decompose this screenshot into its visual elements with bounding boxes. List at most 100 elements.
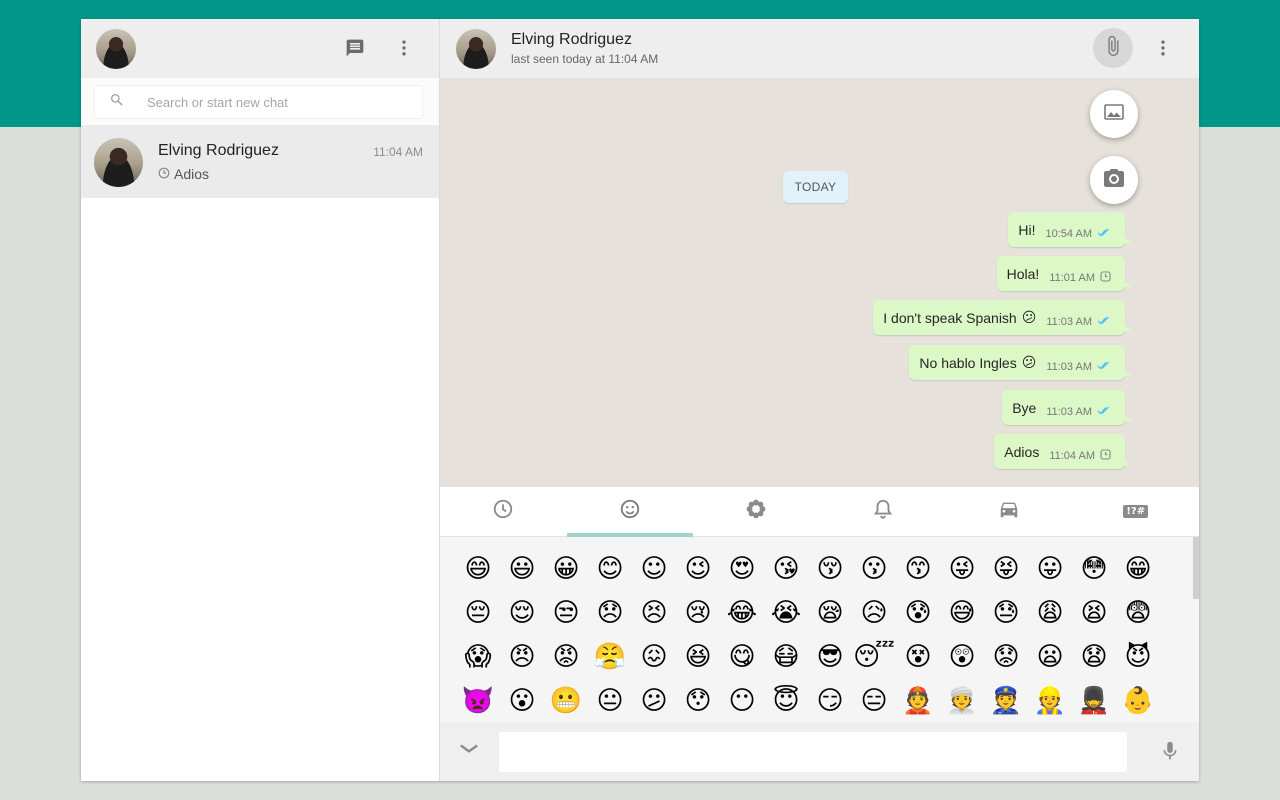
emoji-key[interactable]: 😂 xyxy=(720,591,764,635)
message-bubble[interactable]: Adios 11:04 AM xyxy=(994,434,1132,469)
emoji-key[interactable]: 😆 xyxy=(676,635,720,679)
emoji-key[interactable]: 😃 xyxy=(500,547,544,591)
emoji-key[interactable]: 😷 xyxy=(764,635,808,679)
emoji-key[interactable]: 😄 xyxy=(456,547,500,591)
emoji-key[interactable]: 😧 xyxy=(1072,635,1116,679)
emoji-key[interactable]: 😨 xyxy=(1116,591,1160,635)
tab-recent[interactable] xyxy=(440,487,567,536)
emoji-key[interactable]: 😒 xyxy=(544,591,588,635)
emoji-key[interactable]: 😍 xyxy=(720,547,764,591)
emoji-key[interactable]: 😦 xyxy=(1028,635,1072,679)
conversation-menu-icon[interactable] xyxy=(1151,36,1175,60)
emoji-scrollbar[interactable] xyxy=(1193,537,1199,599)
emoji-key[interactable]: 👿 xyxy=(456,679,500,722)
attach-button[interactable] xyxy=(1093,28,1133,68)
emoji-key[interactable]: 😴 xyxy=(852,635,896,679)
emoji-key[interactable]: 😚 xyxy=(808,547,852,591)
emoji-key[interactable]: 😘 xyxy=(764,547,808,591)
emoji-key[interactable]: 😔 xyxy=(456,591,500,635)
emoji-key[interactable]: 👳 xyxy=(940,679,984,722)
message-bubble[interactable]: Hola! 11:01 AM xyxy=(996,256,1133,291)
emoji-key[interactable]: 😬 xyxy=(544,679,588,722)
emoji-key[interactable]: 😠 xyxy=(500,635,544,679)
emoji-key[interactable]: 😀 xyxy=(544,547,588,591)
emoji-key[interactable]: 😜 xyxy=(940,547,984,591)
emoji-key[interactable]: 😁 xyxy=(1116,547,1160,591)
emoji-key[interactable]: 😐 xyxy=(588,679,632,722)
emoji-key[interactable]: 👲 xyxy=(896,679,940,722)
emoji-key[interactable]: 😎 xyxy=(808,635,852,679)
tab-objects[interactable] xyxy=(820,487,947,536)
emoji-key[interactable]: 😲 xyxy=(940,635,984,679)
microphone-icon[interactable] xyxy=(1159,739,1181,768)
emoji-key[interactable]: 😓 xyxy=(984,591,1028,635)
tab-travel[interactable] xyxy=(946,487,1073,536)
camera-button[interactable] xyxy=(1090,156,1138,204)
message-bubble[interactable]: No hablo Ingles 😕 11:03 AM xyxy=(909,345,1132,380)
message-text: Bye xyxy=(1012,399,1037,416)
tab-symbols[interactable]: !?# xyxy=(1073,487,1200,536)
smiley-icon xyxy=(619,498,641,525)
contact-header-avatar[interactable] xyxy=(456,28,496,69)
emoji-key[interactable]: 😏 xyxy=(808,679,852,722)
message-bubble[interactable]: I don't speak Spanish 😕 11:03 AM xyxy=(873,300,1132,335)
emoji-key[interactable]: 😣 xyxy=(632,591,676,635)
emoji-key[interactable]: 👶 xyxy=(1116,679,1160,722)
message-text: I don't speak Spanish xyxy=(883,309,1017,326)
emoji-key[interactable]: 💂 xyxy=(1072,679,1116,722)
contact-info[interactable]: Elving Rodriguez last seen today at 11:0… xyxy=(511,31,658,66)
menu-icon[interactable] xyxy=(392,36,416,60)
emoji-key[interactable]: 😅 xyxy=(940,591,984,635)
message-bubble[interactable]: Hi! 10:54 AM xyxy=(1008,212,1132,247)
new-chat-icon[interactable] xyxy=(343,36,367,60)
chevron-down-icon[interactable] xyxy=(455,735,483,768)
emoji-key[interactable]: 😶 xyxy=(720,679,764,722)
emoji-key[interactable]: 😥 xyxy=(852,591,896,635)
emoji-key[interactable]: 😖 xyxy=(632,635,676,679)
emoji-key[interactable]: 👮 xyxy=(984,679,1028,722)
emoji-key[interactable]: 😝 xyxy=(984,547,1028,591)
chat-list-empty-area xyxy=(81,198,439,781)
emoji-key[interactable]: 😩 xyxy=(1028,591,1072,635)
emoji-key[interactable]: 😫 xyxy=(1072,591,1116,635)
emoji-key[interactable]: 😉 xyxy=(676,547,720,591)
emoji-key[interactable]: 😰 xyxy=(896,591,940,635)
message-text: Hola! xyxy=(1006,265,1040,282)
tab-nature[interactable] xyxy=(693,487,820,536)
emoji-key[interactable]: 😞 xyxy=(588,591,632,635)
emoji-key[interactable]: 😭 xyxy=(764,591,808,635)
emoji-key[interactable]: 😟 xyxy=(984,635,1028,679)
search-input[interactable] xyxy=(147,94,387,110)
pending-clock-icon xyxy=(1100,270,1111,285)
emoji-key[interactable]: ☺ xyxy=(632,547,676,591)
emoji-key[interactable]: 😊 xyxy=(588,547,632,591)
emoji-key[interactable]: 😗 xyxy=(852,547,896,591)
tab-smileys[interactable] xyxy=(566,487,694,537)
emoji-key[interactable]: 😡 xyxy=(544,635,588,679)
emoji-key[interactable]: 😪 xyxy=(808,591,852,635)
emoji-key[interactable]: 😑 xyxy=(852,679,896,722)
message-input[interactable] xyxy=(499,731,1127,772)
emoji-key[interactable]: 👷 xyxy=(1028,679,1072,722)
message-bubble[interactable]: Bye 11:03 AM xyxy=(1002,390,1132,425)
emoji-key[interactable]: 😋 xyxy=(720,635,764,679)
emoji-key[interactable]: 😈 xyxy=(1116,635,1160,679)
contact-status: last seen today at 11:04 AM xyxy=(511,52,659,66)
emoji-key[interactable]: 😱 xyxy=(456,635,500,679)
emoji-key[interactable]: 😌 xyxy=(500,591,544,635)
emoji-key[interactable]: 😕 xyxy=(632,679,676,722)
emoji-key[interactable]: 😯 xyxy=(676,679,720,722)
gallery-button[interactable] xyxy=(1090,90,1138,138)
emoji-key[interactable]: 😙 xyxy=(896,547,940,591)
emoji-key[interactable]: 😳 xyxy=(1072,547,1116,591)
emoji-key[interactable]: 😛 xyxy=(1028,547,1072,591)
my-avatar[interactable] xyxy=(96,28,136,69)
emoji-key[interactable]: 😮 xyxy=(500,679,544,722)
chat-list-item[interactable]: Elving Rodriguez Adios 11:04 AM xyxy=(81,126,439,198)
emoji-key[interactable]: 😵 xyxy=(896,635,940,679)
emoji-key[interactable]: 😇 xyxy=(764,679,808,722)
emoji-key[interactable]: 😢 xyxy=(676,591,720,635)
confused-face-emoji: 😕 xyxy=(1021,354,1037,370)
emoji-key[interactable]: 😤 xyxy=(588,635,632,679)
image-icon xyxy=(1102,100,1126,129)
